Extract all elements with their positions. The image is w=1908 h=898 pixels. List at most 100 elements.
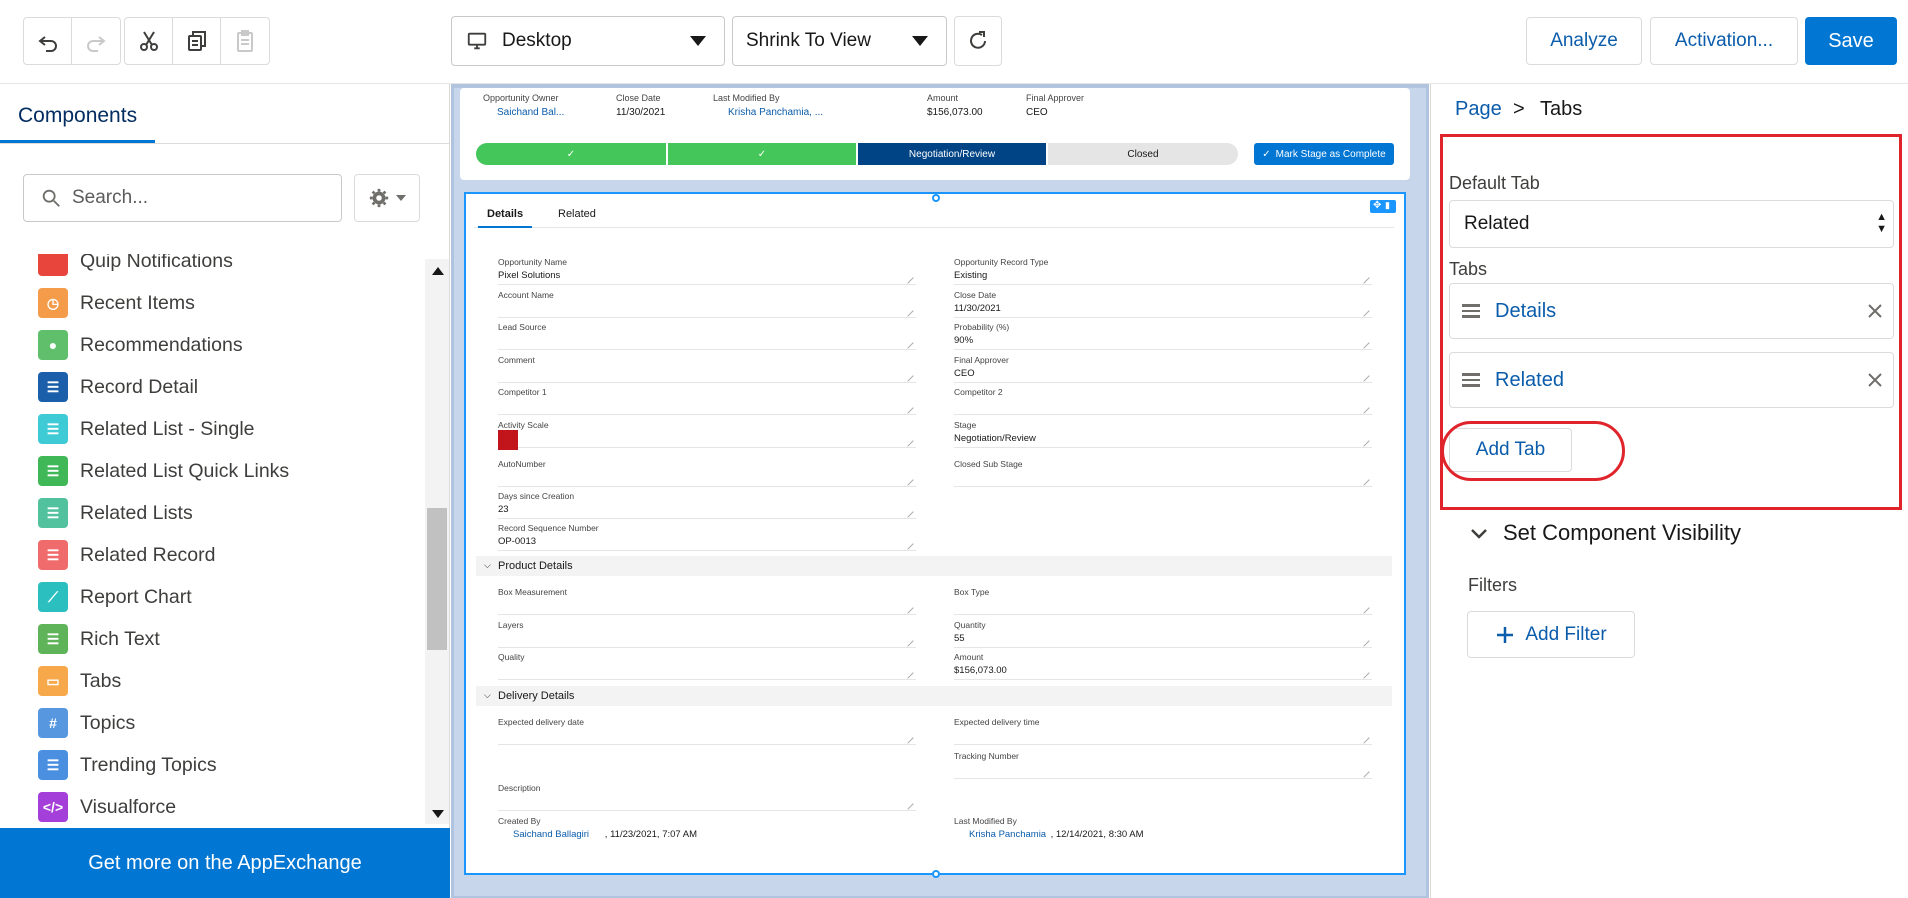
tab-item-related[interactable]: Related <box>1449 352 1894 408</box>
default-tab-select[interactable]: Related ▲ ▼ <box>1449 200 1894 248</box>
path-stage-complete-1[interactable]: ✓ <box>476 143 666 165</box>
field-value: Negotiation/Review <box>954 433 1036 444</box>
component-item-label: Recommendations <box>80 333 243 356</box>
component-item[interactable]: ▭ Tabs <box>38 666 121 696</box>
amount-label: Amount <box>927 93 959 103</box>
drag-handle-icon[interactable] <box>1462 370 1480 390</box>
component-item[interactable]: # Topics <box>38 708 135 738</box>
close-date-label: Close Date <box>616 93 661 103</box>
close-icon[interactable] <box>1865 370 1885 390</box>
add-filter-label: Add Filter <box>1525 623 1607 645</box>
view-select[interactable]: Shrink To View <box>732 16 947 66</box>
set-component-visibility-toggle[interactable]: Set Component Visibility <box>1469 520 1741 546</box>
tab-components[interactable]: Components <box>18 104 137 128</box>
component-item[interactable]: ⟋ Report Chart <box>38 582 192 612</box>
tab-related[interactable]: Related <box>558 208 596 220</box>
builder-toolbar: Desktop Shrink To View Analyze Activatio… <box>0 0 1908 84</box>
component-item[interactable]: ☰ Related Lists <box>38 498 193 528</box>
device-select-value: Desktop <box>502 30 572 51</box>
breadcrumb-page[interactable]: Page <box>1455 98 1502 121</box>
field-label: Quality <box>498 652 525 662</box>
component-icon: ◷ <box>38 288 68 318</box>
scroll-down-arrow-icon[interactable] <box>432 810 444 818</box>
component-item-label: Related List - Single <box>80 417 255 440</box>
analyze-button[interactable]: Analyze <box>1526 17 1642 65</box>
field-label: Opportunity Record Type <box>954 257 1049 267</box>
component-item[interactable]: Quip Notifications <box>38 254 233 276</box>
breadcrumb-separator: > <box>1513 98 1525 120</box>
modified-value[interactable]: Krisha Panchamia, ... <box>728 107 823 118</box>
tab-item-label[interactable]: Details <box>1495 300 1556 323</box>
scroll-up-arrow-icon[interactable] <box>432 267 444 275</box>
clipboard-group <box>124 17 270 65</box>
component-icon: ▭ <box>38 666 68 696</box>
chevron-down-icon: ⌵ <box>484 690 491 700</box>
component-item[interactable]: ☰ Trending Topics <box>38 750 217 780</box>
field-divider <box>498 317 916 318</box>
cut-button[interactable] <box>125 18 173 64</box>
section-title: Product Details <box>498 560 573 572</box>
redo-button[interactable] <box>72 18 120 64</box>
search-icon <box>42 189 60 207</box>
settings-menu-button[interactable] <box>354 174 420 222</box>
component-item[interactable]: </> Visualforce <box>38 792 176 822</box>
path-stage-closed[interactable]: Closed <box>1048 143 1238 165</box>
field-label: Layers <box>498 620 524 630</box>
save-button[interactable]: Save <box>1805 17 1897 65</box>
section-delivery-details[interactable]: ⌵ Delivery Details <box>476 686 1392 706</box>
field-value: 23 <box>498 504 509 515</box>
component-icon: # <box>38 708 68 738</box>
path-stage-current[interactable]: Negotiation/Review <box>858 143 1046 165</box>
close-icon[interactable] <box>1865 301 1885 321</box>
paste-button[interactable] <box>221 18 269 64</box>
component-item[interactable]: ☰ Record Detail <box>38 372 198 402</box>
field-divider <box>498 647 916 648</box>
field-label: Comment <box>498 355 535 365</box>
field-divider <box>954 317 1372 318</box>
component-item-label: Related Lists <box>80 501 193 524</box>
component-item[interactable]: ☰ Related List - Single <box>38 414 255 444</box>
copy-icon <box>187 31 206 51</box>
add-filter-button[interactable]: Add Filter <box>1467 611 1635 658</box>
device-select[interactable]: Desktop <box>451 16 725 66</box>
field-value[interactable]: Saichand Ballagiri <box>513 829 589 840</box>
section-product-details[interactable]: ⌵ Product Details <box>476 556 1392 576</box>
field-divider <box>954 486 1372 487</box>
drag-handle-icon[interactable] <box>1462 301 1480 321</box>
tabs-component-selected[interactable] <box>464 192 1406 875</box>
field-value[interactable]: Krisha Panchamia <box>969 829 1046 840</box>
owner-value[interactable]: Saichand Bal... <box>497 107 564 118</box>
field-divider <box>954 382 1372 383</box>
path-stage-complete-2[interactable]: ✓ <box>668 143 856 165</box>
component-item[interactable]: ◷ Recent Items <box>38 288 195 318</box>
tab-item-details[interactable]: Details <box>1449 283 1894 339</box>
field-divider <box>954 414 1372 415</box>
component-item[interactable]: ☰ Related Record <box>38 540 216 570</box>
component-icon: ☰ <box>38 540 68 570</box>
mark-stage-label: Mark Stage as Complete <box>1275 148 1386 160</box>
activation-button[interactable]: Activation... <box>1650 17 1798 65</box>
component-item[interactable]: ☰ Related List Quick Links <box>38 456 289 486</box>
refresh-button[interactable] <box>954 16 1002 66</box>
scrollbar-thumb[interactable] <box>427 508 447 650</box>
field-divider <box>498 518 916 519</box>
field-divider <box>498 284 916 285</box>
copy-button[interactable] <box>173 18 221 64</box>
field-label: Probability (%) <box>954 322 1010 332</box>
component-item[interactable]: ☰ Rich Text <box>38 624 160 654</box>
undo-button[interactable] <box>24 18 72 64</box>
resize-handle-bottom[interactable] <box>932 870 940 878</box>
breadcrumb-current: Tabs <box>1540 98 1583 120</box>
component-item[interactable]: ● Recommendations <box>38 330 243 360</box>
tab-details[interactable]: Details <box>487 208 523 220</box>
field-label: Box Measurement <box>498 587 567 597</box>
tab-item-label[interactable]: Related <box>1495 369 1564 392</box>
field-label: Box Type <box>954 587 990 597</box>
field-divider <box>954 744 1372 745</box>
mark-stage-complete-button[interactable]: ✓ Mark Stage as Complete <box>1254 143 1394 165</box>
search-input[interactable] <box>72 187 322 209</box>
appexchange-link[interactable]: Get more on the AppExchange <box>0 828 450 898</box>
field-label: Days since Creation <box>498 491 575 501</box>
close-date-value: 11/30/2021 <box>616 107 666 118</box>
component-icon: </> <box>38 792 68 822</box>
